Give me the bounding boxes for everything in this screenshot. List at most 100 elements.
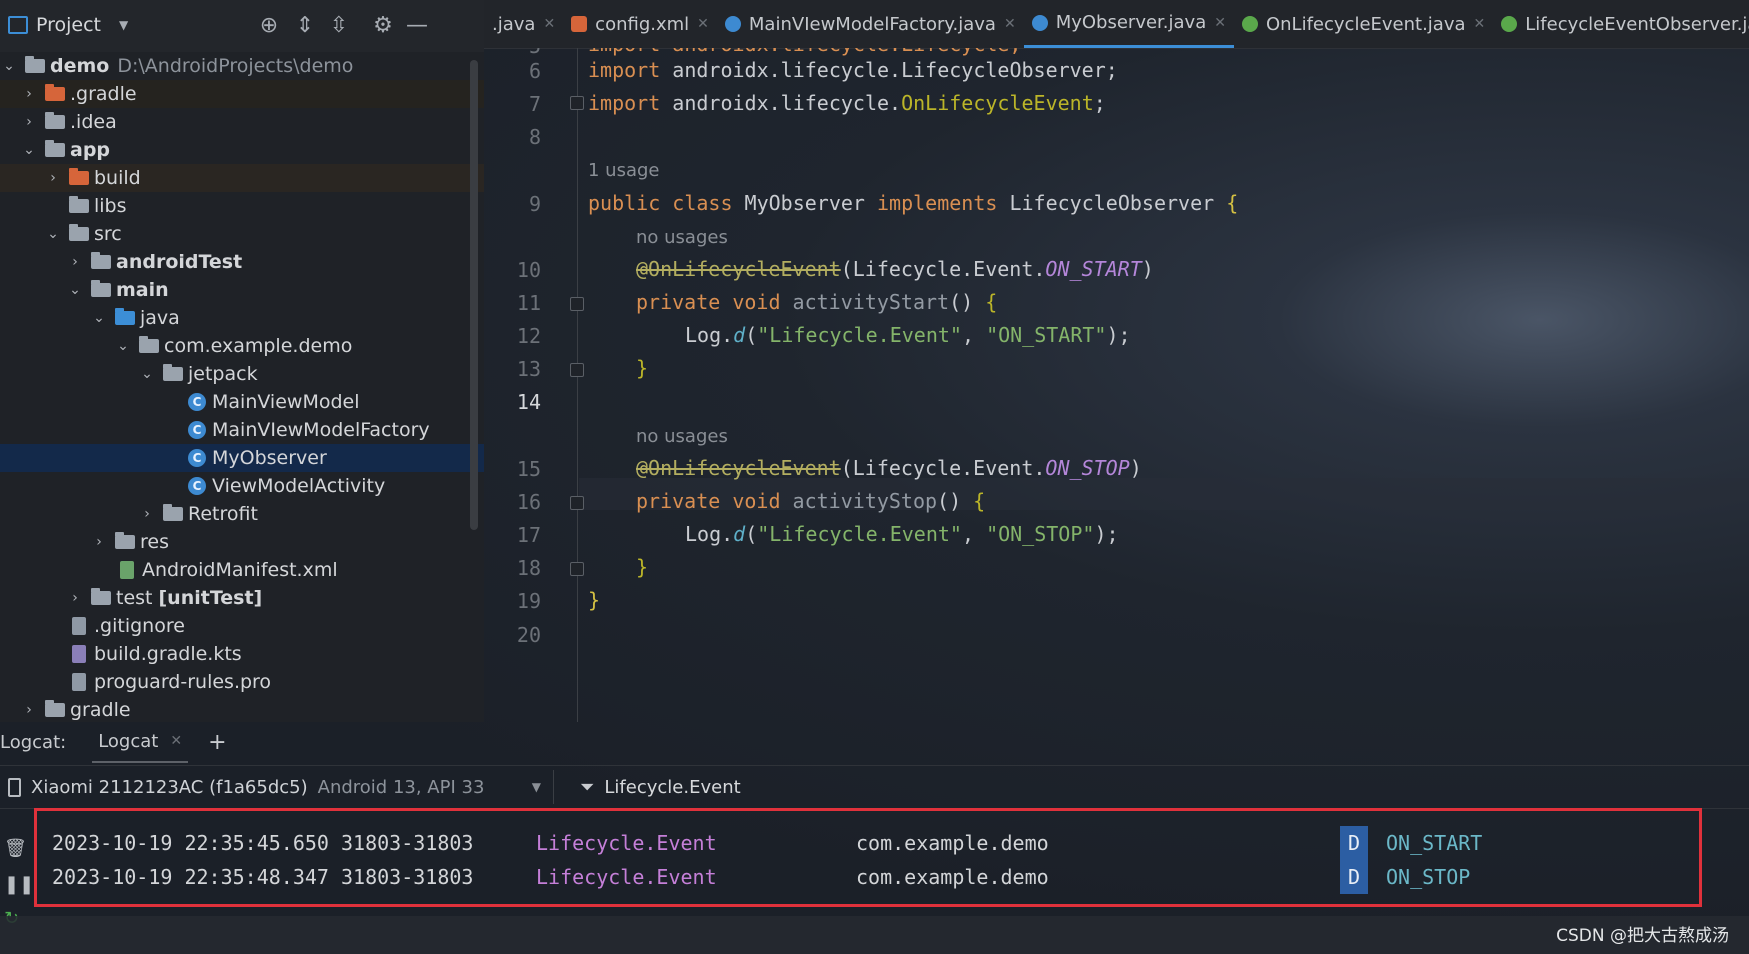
- tree-item-proguard[interactable]: proguard-rules.pro: [0, 668, 484, 696]
- fold-marker-icon[interactable]: [570, 363, 584, 377]
- chevron-right-icon[interactable]: ›: [66, 254, 84, 270]
- log-row[interactable]: 2023-10-19 22:35:48.347 31803-31803 Life…: [52, 860, 1470, 894]
- gear-icon[interactable]: ⚙: [368, 10, 398, 40]
- trash-icon[interactable]: 🗑: [4, 838, 27, 859]
- fold-marker-icon[interactable]: [570, 562, 584, 576]
- project-scrollbar[interactable]: [470, 60, 478, 530]
- tab-logcat[interactable]: Logcat ✕: [92, 721, 189, 763]
- tab-myobserver[interactable]: MyObserver.java ✕: [1023, 0, 1234, 48]
- chevron-right-icon[interactable]: ›: [90, 534, 108, 550]
- usage-hint[interactable]: no usages: [636, 227, 728, 248]
- project-title: Project: [36, 14, 102, 36]
- close-icon[interactable]: ✕: [543, 16, 555, 32]
- tree-item-res[interactable]: › res: [0, 528, 484, 556]
- collapse-all-icon[interactable]: ⇳: [324, 10, 354, 40]
- code-string: "Lifecycle.Event": [757, 522, 962, 546]
- tree-item-jetpack[interactable]: ⌄ jetpack: [0, 360, 484, 388]
- chevron-down-icon[interactable]: ⌄: [20, 142, 38, 158]
- tree-item-build[interactable]: › build: [0, 164, 484, 192]
- tree-item-path: D:\AndroidProjects\demo: [117, 55, 354, 77]
- chevron-down-icon[interactable]: ⌄: [90, 310, 108, 326]
- tree-item-gitignore[interactable]: .gitignore: [0, 612, 484, 640]
- tree-item-demo[interactable]: ⌄ demo D:\AndroidProjects\demo: [0, 52, 484, 80]
- close-icon[interactable]: ✕: [697, 16, 709, 32]
- line-number: 12: [516, 324, 541, 348]
- tree-item-androidtest[interactable]: › androidTest: [0, 248, 484, 276]
- tree-item-retrofit[interactable]: › Retrofit: [0, 500, 484, 528]
- close-icon[interactable]: ✕: [1214, 15, 1226, 31]
- tree-item-label: src: [94, 223, 122, 245]
- tab-label: LifecycleEventObserver.java: [1525, 13, 1749, 35]
- chevron-down-icon[interactable]: ⌄: [0, 58, 18, 74]
- tree-item-idea[interactable]: › .idea: [0, 108, 484, 136]
- logcat-filter-input[interactable]: ⏷ Lifecycle.Event: [580, 770, 741, 804]
- tree-item-label: res: [140, 531, 169, 553]
- tree-item-myobserver[interactable]: C MyObserver: [0, 444, 484, 472]
- tab-java[interactable]: .java ✕: [484, 0, 563, 48]
- chevron-down-icon[interactable]: ⌄: [138, 366, 156, 382]
- chevron-down-icon[interactable]: ⌄: [44, 226, 62, 242]
- fold-marker-icon[interactable]: [570, 297, 584, 311]
- class-icon: C: [186, 477, 208, 495]
- locate-icon[interactable]: ⊕: [254, 10, 284, 40]
- tree-item-label: ViewModelActivity: [212, 475, 386, 497]
- chevron-right-icon[interactable]: ›: [20, 86, 38, 102]
- chevron-right-icon[interactable]: ›: [20, 114, 38, 130]
- tree-item-manifest[interactable]: AndroidManifest.xml: [0, 556, 484, 584]
- line-number: 7: [528, 92, 541, 116]
- minimize-icon[interactable]: —: [402, 10, 432, 40]
- line-number: 13: [516, 357, 541, 381]
- code-editor[interactable]: 5 6 7 8 9 10 11 12 13 14 15 16 17 18 19 …: [484, 48, 1749, 722]
- usage-hint[interactable]: no usages: [636, 426, 728, 447]
- tree-item-viewmodelactivity[interactable]: C ViewModelActivity: [0, 472, 484, 500]
- code-string: "Lifecycle.Event": [757, 323, 962, 347]
- tree-item-package[interactable]: ⌄ com.example.demo: [0, 332, 484, 360]
- add-tab-icon[interactable]: +: [208, 730, 226, 755]
- tree-item-gradle[interactable]: › gradle: [0, 696, 484, 724]
- code-line-12: Log.d("Lifecycle.Event", "ON_START");: [685, 323, 1131, 347]
- chevron-right-icon[interactable]: ›: [44, 170, 62, 186]
- tree-item-main[interactable]: ⌄ main: [0, 276, 484, 304]
- device-dropdown[interactable]: Xiaomi 2112123AC (f1a65dc5) Android 13, …: [8, 770, 554, 804]
- usage-hint[interactable]: 1 usage: [588, 160, 660, 181]
- close-icon[interactable]: ✕: [1004, 16, 1016, 32]
- fold-marker-icon[interactable]: [570, 496, 584, 510]
- tree-item-mainviewmodelfactory[interactable]: C MainVIewModelFactory: [0, 416, 484, 444]
- tab-mainviewmodelfactory[interactable]: MainVIewModelFactory.java ✕: [717, 0, 1024, 48]
- tree-item-label: AndroidManifest.xml: [142, 559, 338, 581]
- tree-item-libs[interactable]: libs: [0, 192, 484, 220]
- chevron-down-icon[interactable]: ⌄: [114, 338, 132, 354]
- close-icon[interactable]: ✕: [170, 733, 182, 749]
- tab-onlifecycleevent[interactable]: OnLifecycleEvent.java ✕: [1234, 0, 1493, 48]
- code-keyword: import: [588, 91, 661, 115]
- tree-item-app[interactable]: ⌄ app: [0, 136, 484, 164]
- tree-item-label: MainVIewModelFactory: [212, 419, 430, 441]
- code-text: (Lifecycle.Event.: [840, 257, 1046, 281]
- code-brace: }: [636, 356, 649, 380]
- project-view-selector[interactable]: Project ▼: [8, 10, 128, 40]
- tree-item-build-gradle[interactable]: build.gradle.kts: [0, 640, 484, 668]
- tree-item-gradle-cache[interactable]: › .gradle: [0, 80, 484, 108]
- tab-config-xml[interactable]: config.xml ✕: [563, 0, 717, 48]
- log-level-badge: D: [1340, 826, 1368, 860]
- tab-lifecycleeventobserver[interactable]: LifecycleEventObserver.java: [1493, 0, 1749, 48]
- tree-item-src[interactable]: ⌄ src: [0, 220, 484, 248]
- chevron-right-icon[interactable]: ›: [20, 702, 38, 718]
- logcat-output[interactable]: 2023-10-19 22:35:45.650 31803-31803 Life…: [28, 808, 1749, 907]
- code-keyword: public class: [588, 191, 733, 215]
- class-icon: [724, 16, 741, 32]
- tree-item-mainviewmodel[interactable]: C MainViewModel: [0, 388, 484, 416]
- log-row[interactable]: 2023-10-19 22:35:45.650 31803-31803 Life…: [52, 826, 1482, 860]
- chevron-down-icon[interactable]: ⌄: [66, 282, 84, 298]
- chevron-right-icon[interactable]: ›: [138, 506, 156, 522]
- file-icon: [68, 617, 90, 635]
- fold-marker-icon[interactable]: [570, 96, 584, 110]
- status-bar: [0, 916, 1749, 954]
- expand-all-icon[interactable]: ⇕: [290, 10, 320, 40]
- tree-item-java[interactable]: ⌄ java: [0, 304, 484, 332]
- close-icon[interactable]: ✕: [1474, 16, 1486, 32]
- tree-item-test[interactable]: › test [unitTest]: [0, 584, 484, 612]
- chevron-right-icon[interactable]: ›: [66, 590, 84, 606]
- file-icon: [68, 673, 90, 691]
- line-number: 17: [516, 523, 541, 547]
